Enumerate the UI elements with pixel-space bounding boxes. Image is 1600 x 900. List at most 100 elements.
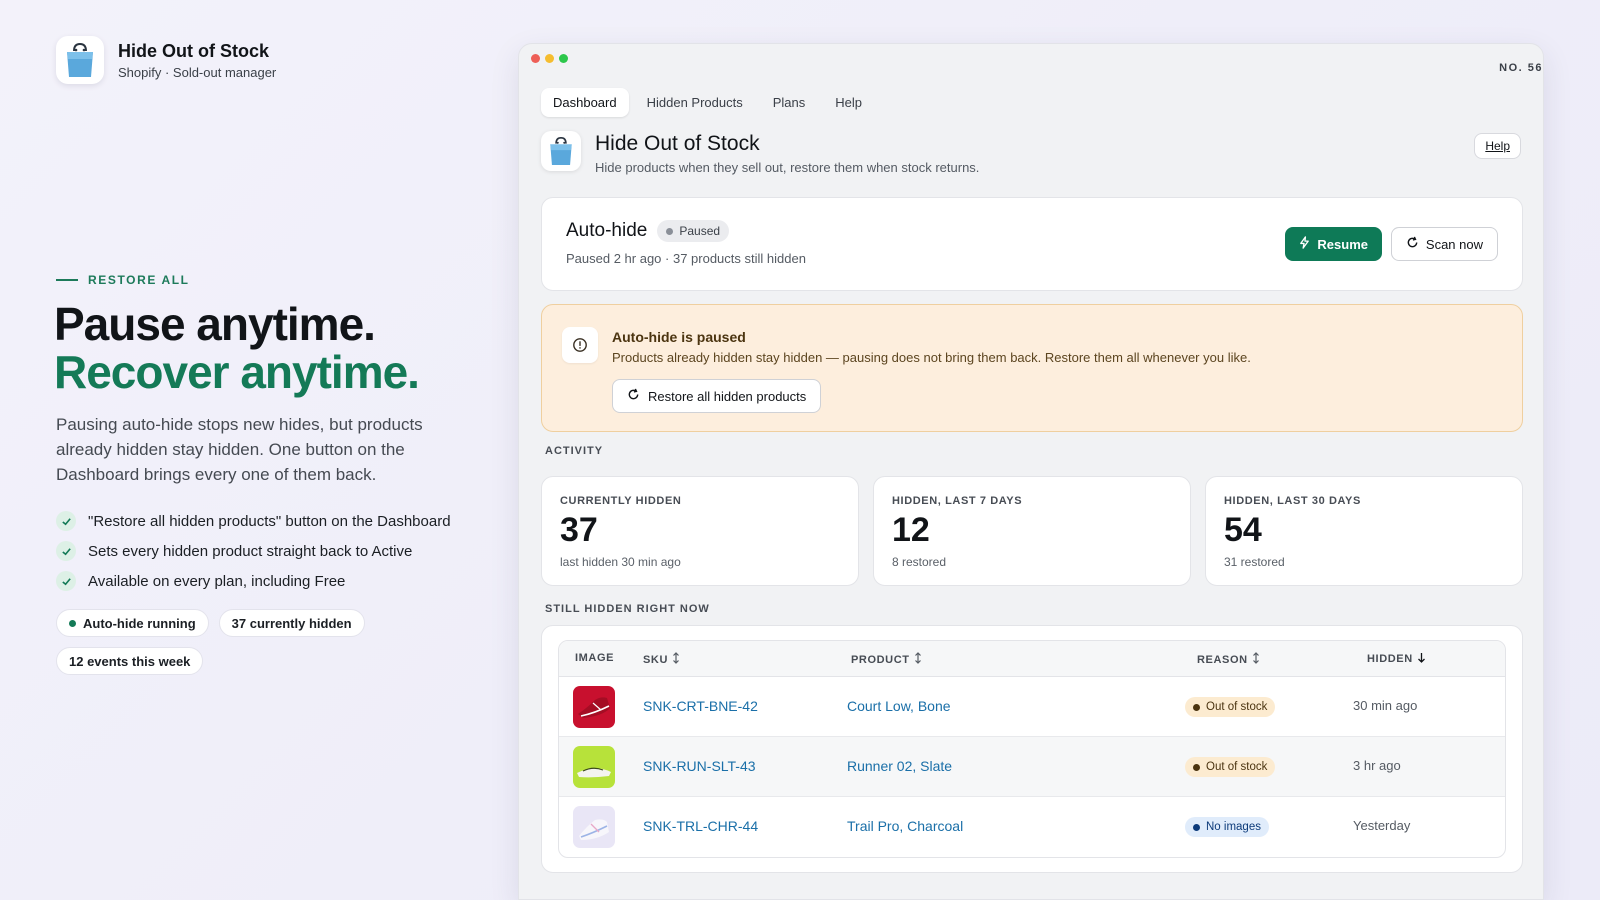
window-titlebar: NO. 56 bbox=[519, 44, 1543, 76]
reason-label: No images bbox=[1206, 821, 1261, 833]
auto-hide-title: Auto-hide bbox=[566, 220, 648, 241]
status-label: Paused bbox=[679, 224, 721, 238]
reason-label: Out of stock bbox=[1206, 761, 1268, 773]
column-product[interactable]: PRODUCT bbox=[851, 652, 922, 667]
table-row[interactable]: SNK-CRT-BNE-42 Court Low, Bone Out of st… bbox=[559, 677, 1505, 737]
banner-title: Auto-hide is paused bbox=[612, 329, 746, 345]
stat-currently-hidden: CURRENTLY HIDDEN 37 last hidden 30 min a… bbox=[541, 476, 859, 586]
refresh-icon bbox=[1406, 236, 1419, 252]
reason-dot bbox=[1193, 823, 1200, 831]
headline-line-2: Recover anytime. bbox=[54, 346, 420, 398]
stat-value: 12 bbox=[892, 511, 930, 549]
table-header: IMAGE SKU PRODUCT REASON HIDDEN bbox=[559, 641, 1505, 677]
check-icon bbox=[56, 511, 76, 531]
tab-plans[interactable]: Plans bbox=[761, 88, 818, 117]
resume-button[interactable]: Resume bbox=[1285, 227, 1382, 261]
stat-value: 54 bbox=[1224, 511, 1262, 549]
brand-title: Hide Out of Stock bbox=[118, 40, 270, 61]
feature-text: "Restore all hidden products" button on … bbox=[88, 512, 451, 530]
stat-label: HIDDEN, LAST 7 DAYS bbox=[892, 495, 1023, 507]
stat-note: 31 restored bbox=[1224, 555, 1285, 569]
tab-dashboard[interactable]: Dashboard bbox=[541, 88, 629, 117]
refresh-icon bbox=[627, 388, 640, 404]
auto-hide-title-row: Auto-hide Paused bbox=[566, 220, 730, 242]
scan-now-label: Scan now bbox=[1425, 236, 1483, 252]
table-row[interactable]: SNK-RUN-SLT-43 Runner 02, Slate Out of s… bbox=[559, 737, 1505, 797]
stat-label: HIDDEN, LAST 30 DAYS bbox=[1224, 495, 1361, 507]
tab-help[interactable]: Help bbox=[823, 88, 874, 117]
column-hidden[interactable]: HIDDEN bbox=[1367, 652, 1426, 666]
banner-text: Products already hidden stay hidden — pa… bbox=[612, 350, 1251, 365]
table-row[interactable]: SNK-TRL-CHR-44 Trail Pro, Charcoal No im… bbox=[559, 797, 1505, 857]
feature-item: "Restore all hidden products" button on … bbox=[56, 506, 451, 536]
hidden-time: Yesterday bbox=[1353, 818, 1411, 833]
maximize-window-button[interactable] bbox=[559, 54, 568, 63]
auto-hide-card: Auto-hide Paused Paused 2 hr ago · 37 pr… bbox=[541, 197, 1523, 291]
sku-link[interactable]: SNK-TRL-CHR-44 bbox=[643, 818, 758, 834]
pill-label: Auto-hide running bbox=[83, 615, 196, 631]
info-icon bbox=[562, 327, 598, 363]
paused-warning-banner: Auto-hide is paused Products already hid… bbox=[541, 304, 1523, 432]
column-reason[interactable]: REASON bbox=[1197, 652, 1260, 667]
status-dot bbox=[69, 619, 76, 627]
sku-link[interactable]: SNK-RUN-SLT-43 bbox=[643, 758, 756, 774]
restore-all-label: Restore all hidden products bbox=[648, 388, 807, 404]
nav-tabs: Dashboard Hidden Products Plans Help bbox=[541, 88, 874, 117]
product-link[interactable]: Trail Pro, Charcoal bbox=[847, 818, 963, 834]
help-button[interactable]: Help bbox=[1474, 133, 1521, 159]
eyebrow-line bbox=[56, 279, 78, 281]
reason-badge: Out of stock bbox=[1185, 697, 1276, 717]
reason-dot bbox=[1193, 703, 1200, 711]
eyebrow-label: RESTORE ALL bbox=[88, 273, 190, 287]
check-icon bbox=[56, 571, 76, 591]
product-link[interactable]: Runner 02, Slate bbox=[847, 758, 952, 774]
feature-text: Available on every plan, including Free bbox=[88, 572, 346, 590]
hidden-products-table: IMAGE SKU PRODUCT REASON HIDDEN SNK-CRT-… bbox=[558, 640, 1506, 858]
tab-hidden-products[interactable]: Hidden Products bbox=[635, 88, 755, 117]
restore-all-button[interactable]: Restore all hidden products bbox=[612, 379, 822, 413]
activity-section-label: ACTIVITY bbox=[545, 445, 604, 457]
column-label: IMAGE bbox=[575, 652, 615, 664]
feature-item: Available on every plan, including Free bbox=[56, 566, 451, 596]
reason-badge: No images bbox=[1185, 817, 1269, 837]
status-dot bbox=[666, 227, 674, 235]
app-header: Hide Out of Stock Hide products when the… bbox=[541, 131, 1521, 175]
stat-note: 8 restored bbox=[892, 555, 947, 569]
pill-currently-hidden: 37 currently hidden bbox=[218, 609, 365, 637]
sort-icon bbox=[914, 652, 922, 667]
column-label: PRODUCT bbox=[851, 653, 910, 666]
feature-list: "Restore all hidden products" button on … bbox=[56, 506, 451, 596]
resume-label: Resume bbox=[1317, 236, 1368, 252]
pill-label: 12 events this week bbox=[69, 653, 191, 669]
product-link[interactable]: Court Low, Bone bbox=[847, 698, 951, 714]
column-image: IMAGE bbox=[575, 652, 614, 664]
stat-note: last hidden 30 min ago bbox=[560, 555, 681, 569]
reason-badge: Out of stock bbox=[1185, 757, 1276, 777]
page-title: Hide Out of Stock bbox=[595, 132, 760, 155]
product-thumbnail bbox=[573, 686, 615, 728]
headline: Pause anytime. Recover anytime. bbox=[54, 300, 420, 398]
close-window-button[interactable] bbox=[531, 54, 540, 63]
scan-now-button[interactable]: Scan now bbox=[1390, 227, 1498, 261]
reason-label: Out of stock bbox=[1206, 701, 1268, 713]
minimize-window-button[interactable] bbox=[545, 54, 554, 63]
hidden-products-card: IMAGE SKU PRODUCT REASON HIDDEN SNK-CRT-… bbox=[541, 625, 1523, 873]
product-thumbnail bbox=[573, 746, 615, 788]
check-icon bbox=[56, 541, 76, 561]
stat-pills: Auto-hide running 37 currently hidden 12… bbox=[56, 609, 386, 675]
app-window: NO. 56 Dashboard Hidden Products Plans H… bbox=[518, 43, 1544, 900]
stat-value: 37 bbox=[560, 511, 598, 549]
column-label: REASON bbox=[1197, 653, 1248, 666]
pill-events-week: 12 events this week bbox=[56, 647, 204, 675]
pill-auto-hide-running: Auto-hide running bbox=[56, 609, 209, 637]
shopping-bag-icon bbox=[541, 131, 581, 171]
eyebrow: RESTORE ALL bbox=[56, 273, 190, 287]
still-hidden-section-label: STILL HIDDEN RIGHT NOW bbox=[545, 603, 710, 615]
sku-link[interactable]: SNK-CRT-BNE-42 bbox=[643, 698, 758, 714]
serial-number: NO. 56 bbox=[1499, 62, 1543, 74]
sort-icon bbox=[672, 652, 680, 667]
column-sku[interactable]: SKU bbox=[643, 652, 680, 667]
stat-hidden-30-days: HIDDEN, LAST 30 DAYS 54 31 restored bbox=[1205, 476, 1523, 586]
feature-text: Sets every hidden product straight back … bbox=[88, 542, 413, 560]
stat-hidden-7-days: HIDDEN, LAST 7 DAYS 12 8 restored bbox=[873, 476, 1191, 586]
